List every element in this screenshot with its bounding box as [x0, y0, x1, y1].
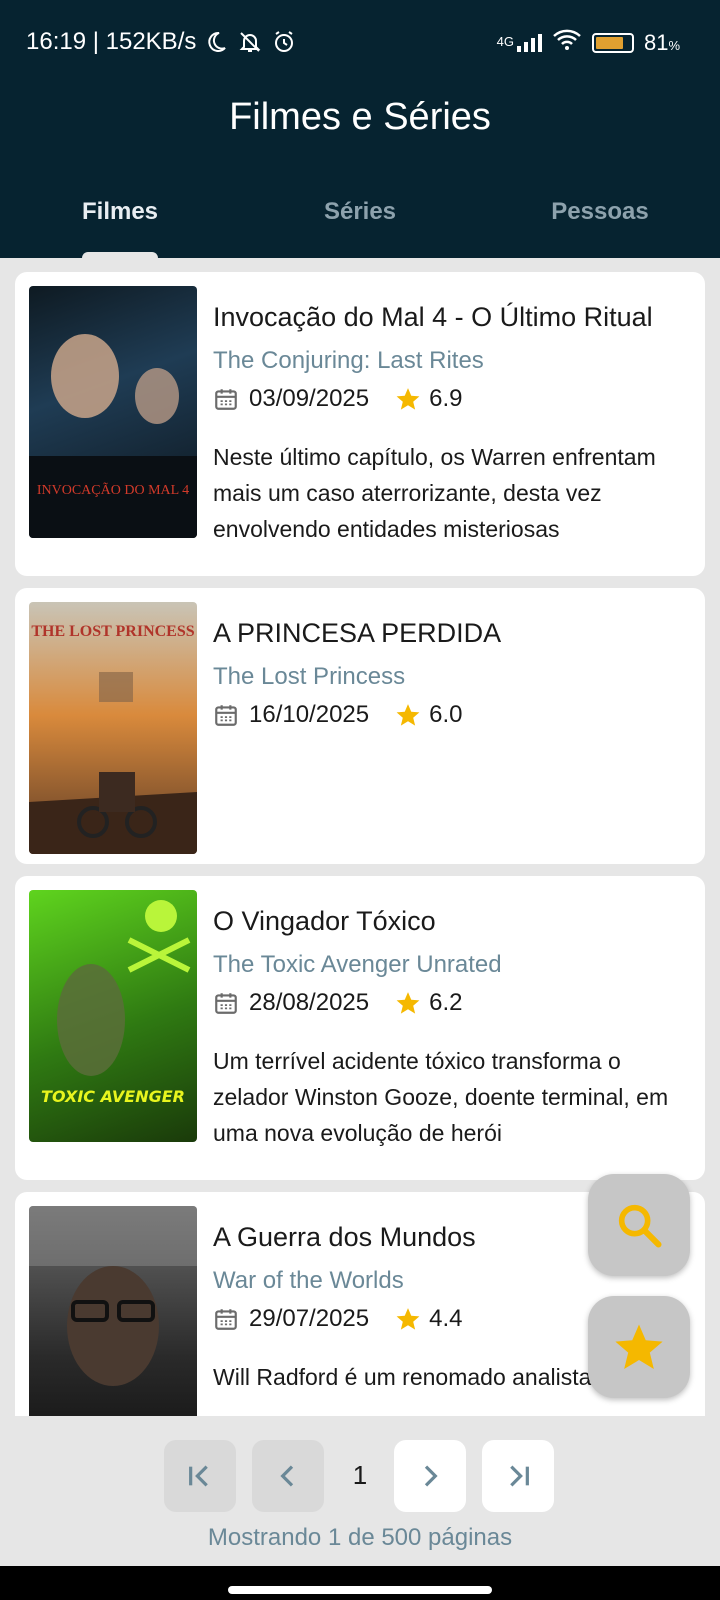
- release-date: 29/07/2025: [249, 1305, 370, 1332]
- mute-bell-icon: [236, 28, 264, 56]
- movie-original-title: The Lost Princess: [213, 663, 406, 690]
- star-icon: [396, 1308, 420, 1330]
- pagination-info: Mostrando 1 de 500 páginas: [207, 1524, 513, 1551]
- movie-title: A PRINCESA PERDIDA: [213, 618, 502, 648]
- status-left: 16:19 | 152KB/s: [26, 28, 298, 56]
- movie-title: O Vingador Tóxico: [213, 906, 436, 936]
- tab-pessoas[interactable]: Pessoas: [480, 196, 720, 258]
- battery-icon: [591, 33, 634, 53]
- star-icon: [396, 992, 420, 1014]
- movie-poster: TOXIC AVENGER: [29, 890, 197, 1142]
- movie-poster: THE LOST PRINCESS: [29, 602, 197, 854]
- movie-poster: [29, 1206, 197, 1416]
- movie-poster: INVOCAÇÃO DO MAL 4: [29, 286, 197, 538]
- status-right: 4G 81%: [497, 28, 680, 58]
- page-title: Filmes e Séries: [229, 96, 491, 138]
- rating: 4.4: [429, 1305, 463, 1332]
- pagination: 1 Mostrando 1 de 500 páginas: [0, 1416, 720, 1566]
- release-date: 03/09/2025: [249, 385, 370, 412]
- tab-bar: Filmes Séries Pessoas: [0, 196, 720, 258]
- home-gesture-bar[interactable]: [228, 1586, 492, 1594]
- movie-info: A PRINCESA PERDIDA The Lost Princess 16/…: [213, 618, 683, 729]
- app-bar: Filmes e Séries Filmes Séries Pessoas: [0, 84, 720, 258]
- rating: 6.2: [429, 989, 463, 1016]
- moon-icon: [202, 28, 230, 56]
- release-date: 28/08/2025: [249, 989, 370, 1016]
- last-page-icon: [510, 1465, 529, 1487]
- movie-card[interactable]: INVOCAÇÃO DO MAL 4 Invocação do Mal 4 - …: [15, 272, 705, 576]
- battery-level: 81%: [643, 30, 680, 55]
- previous-page-button[interactable]: [252, 1440, 324, 1512]
- calendar-icon: [215, 1309, 237, 1330]
- chevron-right-icon: [424, 1465, 438, 1487]
- system-nav-bar: [0, 1566, 720, 1600]
- wifi-icon: [552, 28, 582, 58]
- movie-meta: 03/09/2025 6.9: [213, 385, 683, 413]
- favorites-button[interactable]: [588, 1296, 690, 1398]
- rating: 6.0: [429, 701, 463, 728]
- movie-info: Invocação do Mal 4 - O Último Ritual The…: [213, 302, 683, 547]
- alarm-icon: [270, 28, 298, 56]
- status-time: 16:19 | 152KB/s: [26, 28, 197, 55]
- last-page-button[interactable]: [482, 1440, 554, 1512]
- star-icon: [396, 704, 420, 726]
- first-page-icon: [189, 1465, 208, 1487]
- first-page-button[interactable]: [164, 1440, 236, 1512]
- movie-meta: 28/08/2025 6.2: [213, 989, 683, 1017]
- movie-card[interactable]: THE LOST PRINCESS A PRINCESA PERDIDA The…: [15, 588, 705, 864]
- rating: 6.9: [429, 385, 463, 412]
- movie-original-title: The Conjuring: Last Rites: [213, 347, 484, 374]
- movie-overview: Um terrível acidente tóxico transforma o…: [213, 1048, 669, 1146]
- movie-info: O Vingador Tóxico The Toxic Avenger Unra…: [213, 906, 683, 1151]
- tab-series[interactable]: Séries: [240, 196, 480, 258]
- svg-text:THE LOST PRINCESS: THE LOST PRINCESS: [31, 623, 194, 640]
- calendar-icon: [215, 389, 237, 410]
- star-icon: [396, 388, 420, 410]
- search-button[interactable]: [588, 1174, 690, 1276]
- next-page-button[interactable]: [394, 1440, 466, 1512]
- movie-meta: 16/10/2025 6.0: [213, 701, 683, 729]
- movie-card[interactable]: TOXIC AVENGER O Vingador Tóxico The Toxi…: [15, 876, 705, 1180]
- svg-text:INVOCAÇÃO DO MAL 4: INVOCAÇÃO DO MAL 4: [37, 482, 189, 498]
- movie-original-title: The Toxic Avenger Unrated: [213, 951, 502, 978]
- tab-filmes[interactable]: Filmes: [0, 196, 240, 258]
- current-page: 1: [352, 1460, 368, 1490]
- network-icon: 4G: [497, 34, 542, 52]
- search-icon: [618, 1204, 662, 1248]
- calendar-icon: [215, 993, 237, 1014]
- movie-title: Invocação do Mal 4 - O Último Ritual: [213, 302, 653, 332]
- chevron-left-icon: [280, 1465, 294, 1487]
- status-bar: 16:19 | 152KB/s 4G 81%: [0, 0, 720, 84]
- network-label: 4G: [496, 34, 514, 49]
- movie-overview: Neste último capítulo, os Warren enfrent…: [213, 444, 656, 542]
- svg-text:TOXIC AVENGER: TOXIC AVENGER: [41, 1087, 185, 1106]
- calendar-icon: [215, 705, 237, 726]
- release-date: 16/10/2025: [249, 701, 370, 728]
- star-icon: [615, 1324, 663, 1370]
